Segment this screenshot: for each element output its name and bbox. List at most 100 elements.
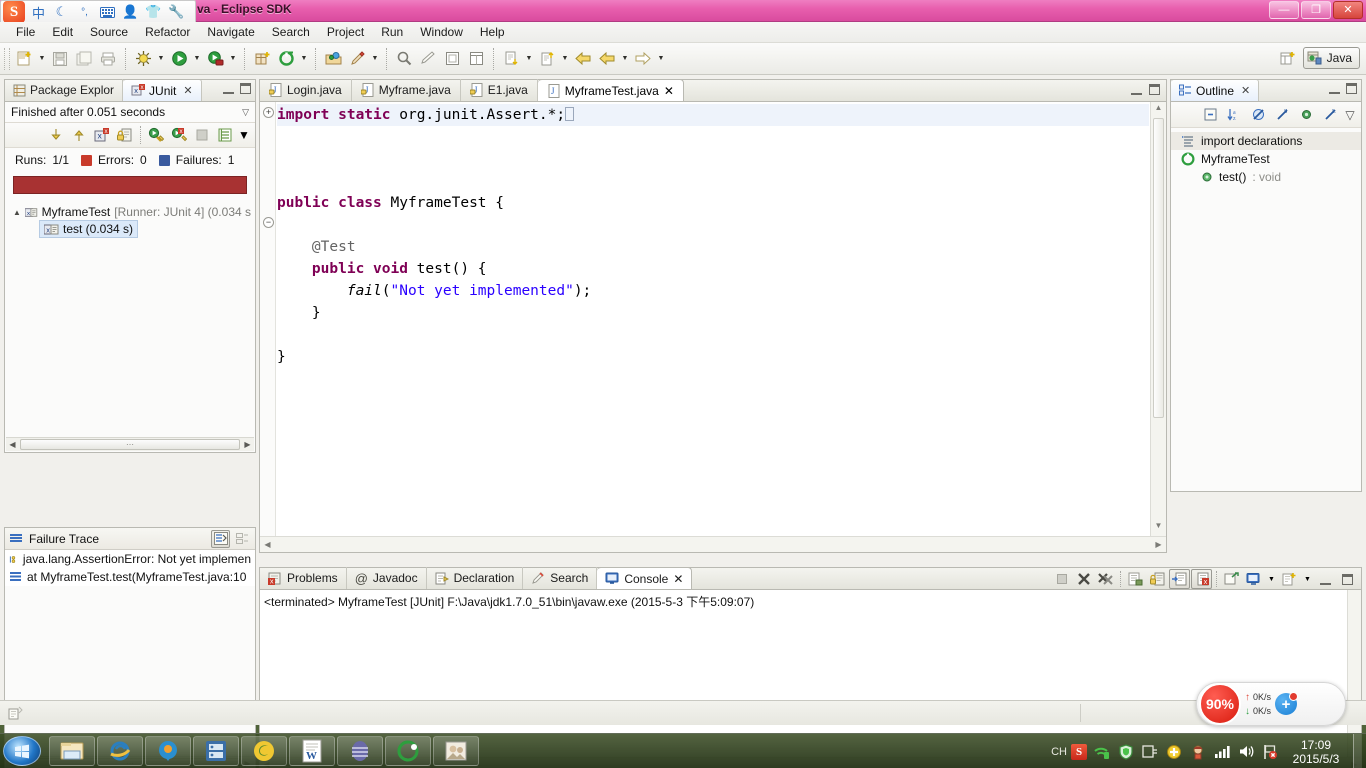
ime-toolbar[interactable]: S 中 ☾ °, 👤 👕 🔧	[0, 0, 196, 24]
code-editor[interactable]: + − import static org.junit.Assert.*; pu…	[260, 102, 1166, 552]
network-icon[interactable]	[1141, 743, 1159, 761]
save-icon[interactable]	[48, 47, 72, 71]
taskbar-item-browser-egg[interactable]	[337, 736, 383, 766]
widget-expand-icon[interactable]: +	[1275, 692, 1299, 715]
failure-trace-row-1[interactable]: at MyframeTest.test(MyframeTest.java:10	[5, 568, 255, 586]
wifi-icon[interactable]	[1093, 743, 1111, 761]
last-edit-location-icon[interactable]	[416, 47, 440, 71]
clear-console-icon[interactable]	[1125, 569, 1146, 589]
display-console-dropdown-icon[interactable]: ▼	[1265, 569, 1278, 589]
hide-non-public-icon[interactable]	[1295, 104, 1317, 126]
open-type-icon[interactable]	[321, 47, 345, 71]
show-whitespace-icon[interactable]	[464, 47, 488, 71]
menu-run[interactable]: Run	[373, 23, 411, 41]
junit-minimize-icon[interactable]	[223, 83, 234, 94]
hide-static-icon[interactable]: S	[1271, 104, 1293, 126]
menu-help[interactable]: Help	[472, 23, 513, 41]
signal-icon[interactable]	[1213, 743, 1231, 761]
menu-refactor[interactable]: Refactor	[137, 23, 198, 41]
run-dropdown-icon[interactable]: ▼	[191, 47, 203, 71]
stop-test-icon[interactable]	[191, 124, 213, 146]
taskbar-item-word[interactable]: W	[289, 736, 335, 766]
junit-view-menu-arrow-icon[interactable]: ▼	[237, 124, 251, 146]
back-dropdown-icon[interactable]: ▼	[619, 47, 631, 71]
editor-folding-ruler[interactable]: + −	[260, 102, 276, 536]
run-last-tool-icon[interactable]	[345, 47, 369, 71]
new-class-icon[interactable]	[274, 47, 298, 71]
fold-collapse-icon[interactable]: −	[263, 217, 274, 228]
failure-trace-row-0[interactable]: java.lang.AssertionError: Not yet implem…	[5, 550, 255, 568]
net-speed-widget[interactable]: 90% ↑ ↓ 0K/s 0K/s +	[1196, 682, 1346, 726]
hide-local-types-icon[interactable]: L	[1319, 104, 1341, 126]
run-external-tools-icon[interactable]	[203, 47, 227, 71]
run-external-dropdown-icon[interactable]: ▼	[227, 47, 239, 71]
forward-back-icon[interactable]	[595, 47, 619, 71]
taskbar-item-ie[interactable]	[97, 736, 143, 766]
ime-chinese-icon[interactable]: 中	[29, 3, 48, 22]
taskbar-item-media[interactable]	[193, 736, 239, 766]
taskbar-item-photo-viewer[interactable]	[433, 736, 479, 766]
cpu-usage-ball[interactable]: 90%	[1199, 683, 1241, 725]
skin-icon[interactable]: 👕	[144, 3, 163, 22]
remove-launch-icon[interactable]	[1073, 569, 1094, 589]
editor-vertical-scrollbar[interactable]: ▲ ▼	[1150, 102, 1166, 536]
sort-icon[interactable]: az	[1223, 104, 1245, 126]
tray-ime[interactable]: CH S	[1051, 743, 1087, 760]
tab-problems[interactable]: x Problems	[260, 567, 347, 589]
start-button[interactable]	[3, 736, 41, 766]
open-perspective-icon[interactable]	[1276, 46, 1300, 70]
lock-scroll-icon[interactable]	[114, 124, 136, 146]
minimize-button[interactable]: —	[1269, 1, 1299, 19]
new-class-dropdown-icon[interactable]: ▼	[298, 47, 310, 71]
outline-item-imports[interactable]: import declarations	[1171, 132, 1361, 150]
editor-scroll-left-icon[interactable]: ◀	[260, 540, 275, 549]
tab-package-explorer[interactable]: Package Explor	[5, 79, 124, 101]
editor-vscroll-thumb[interactable]	[1153, 118, 1164, 418]
editor-scroll-up-icon[interactable]: ▲	[1151, 103, 1166, 117]
taskbar-item-explorer[interactable]	[49, 736, 95, 766]
print-icon[interactable]	[96, 47, 120, 71]
editor-tab-myframetest-close-icon[interactable]: ✕	[664, 84, 674, 98]
save-all-icon[interactable]	[72, 47, 96, 71]
tab-junit-close-icon[interactable]: ✕	[183, 84, 192, 97]
debug-icon[interactable]	[131, 47, 155, 71]
filter-stack-trace-icon[interactable]	[211, 529, 230, 548]
editor-tab-myframe[interactable]: J Myframe.java	[352, 79, 461, 101]
run-last-dropdown-icon[interactable]: ▼	[369, 47, 381, 71]
show-console-on-error-icon[interactable]: x	[1191, 569, 1212, 589]
taskbar-clock[interactable]: 17:09 2015/5/3	[1285, 738, 1347, 766]
forward-dropdown-icon[interactable]: ▼	[655, 47, 667, 71]
tab-outline-close-icon[interactable]: ✕	[1241, 84, 1250, 97]
failure-trace-menu-icon[interactable]	[233, 530, 252, 548]
close-button[interactable]: ✕	[1333, 1, 1363, 19]
show-failures-only-icon[interactable]: xx	[91, 124, 113, 146]
taskbar-item-green-browser[interactable]	[385, 736, 431, 766]
pet-icon[interactable]	[1189, 743, 1207, 761]
rerun-test-icon[interactable]	[145, 124, 167, 146]
punctuation-icon[interactable]: °,	[75, 3, 94, 22]
tab-javadoc[interactable]: @ Javadoc	[347, 567, 427, 589]
editor-horizontal-scrollbar[interactable]: ◀ ▶	[260, 536, 1166, 552]
search-icon[interactable]	[392, 47, 416, 71]
editor-scroll-down-icon[interactable]: ▼	[1151, 521, 1166, 535]
tab-outline[interactable]: Outline ✕	[1171, 79, 1260, 101]
tree-expand-icon[interactable]: ▲	[13, 208, 21, 217]
volume-icon[interactable]	[1237, 743, 1255, 761]
moon-icon[interactable]: ☾	[52, 3, 71, 22]
pin-console-icon[interactable]	[1221, 569, 1242, 589]
editor-minimize-icon[interactable]	[1131, 84, 1142, 95]
new-wizard-icon[interactable]	[12, 47, 36, 71]
scroll-lock-icon[interactable]	[1147, 569, 1168, 589]
toggle-block-selection-icon[interactable]	[440, 47, 464, 71]
editor-maximize-icon[interactable]	[1149, 84, 1160, 95]
show-desktop-button[interactable]	[1353, 734, 1362, 768]
perspective-java-button[interactable]: Java	[1302, 47, 1360, 69]
console-minimize-icon[interactable]	[1315, 569, 1336, 589]
open-console-dropdown-icon[interactable]: ▼	[1301, 569, 1314, 589]
next-failure-icon[interactable]	[45, 124, 67, 146]
menu-navigate[interactable]: Navigate	[199, 23, 262, 41]
editor-scroll-right-icon[interactable]: ▶	[1151, 540, 1166, 549]
taskbar-item-sogou[interactable]	[241, 736, 287, 766]
menu-project[interactable]: Project	[319, 23, 372, 41]
toolbar-grip[interactable]	[4, 47, 10, 70]
